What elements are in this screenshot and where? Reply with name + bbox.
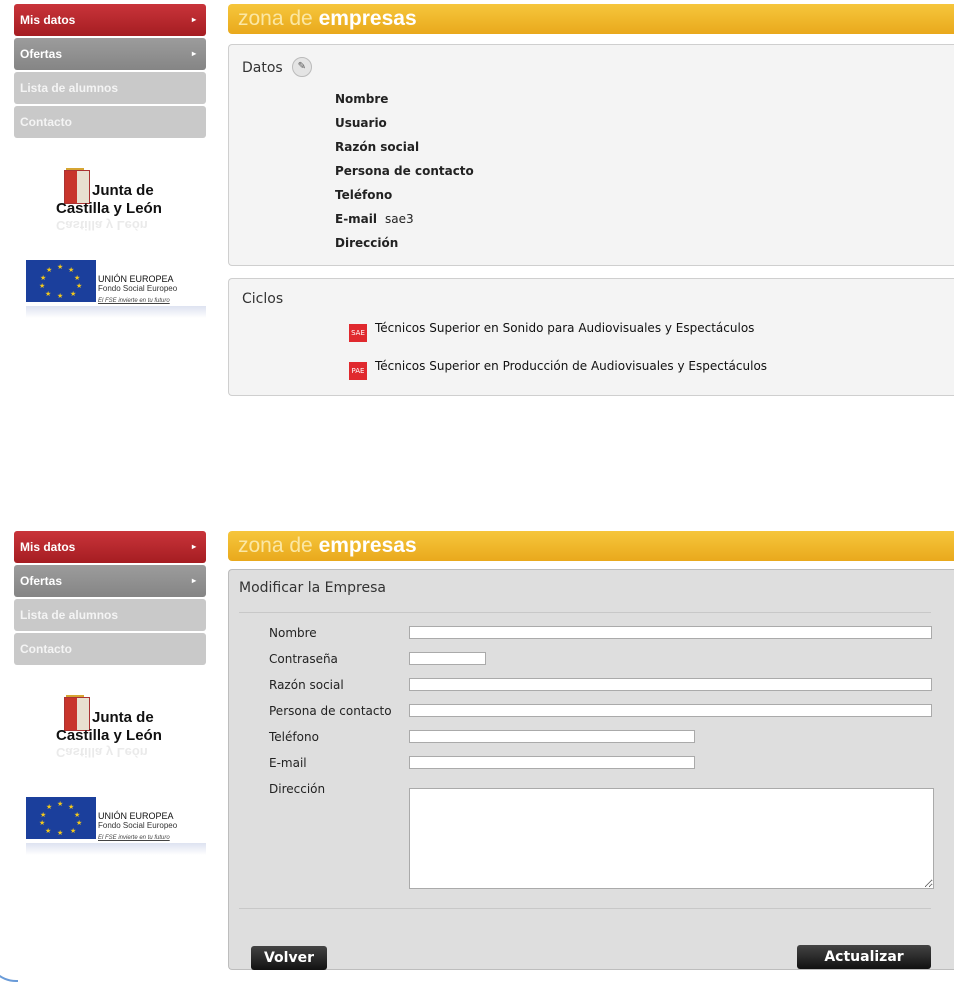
datos-field-direccion: Dirección	[335, 236, 406, 250]
form-title: Modificar la Empresa	[239, 580, 386, 596]
jcyl-logo[interactable]: Junta de Castilla y León Castilla y León	[14, 687, 206, 777]
datos-title-row: Datos ✎	[242, 57, 312, 77]
sidebar-item-label: Mis datos	[20, 13, 76, 27]
zona-empresas-header: zona de empresas	[228, 4, 954, 34]
eu-logo[interactable]: ★ ★ ★ ★ ★ ★ ★ ★ ★ ★ UNIÓN EUROPEA Fondo Social Eu…	[14, 260, 206, 340]
eu-logo-line1: UNIÓN EUROPEA	[98, 811, 174, 821]
datos-panel: Datos ✎ Nombre Usuario Razón social Pers…	[228, 44, 954, 266]
eu-logo-line3: El FSE invierte en tu futuro	[98, 298, 170, 304]
telefono-label: Teléfono	[269, 730, 319, 744]
eu-logo-line2: Fondo Social Europeo	[98, 284, 178, 293]
sidebar-item-ofertas[interactable]: Ofertas ▸	[14, 38, 206, 70]
ciclo-badge-icon: PAE	[349, 362, 367, 380]
eu-logo-reflection	[26, 306, 206, 318]
email-field[interactable]	[409, 756, 695, 769]
datos-title: Datos	[242, 60, 283, 76]
crown-icon	[66, 160, 84, 170]
jcyl-logo-line1: Junta de	[92, 709, 154, 726]
chevron-right-icon: ▸	[191, 49, 196, 58]
direccion-textarea[interactable]	[409, 788, 934, 889]
email-label: E-mail	[269, 756, 307, 770]
datos-field-email: E-mail sae3	[335, 212, 414, 226]
razon-social-label: Razón social	[269, 678, 344, 692]
direccion-label: Dirección	[269, 782, 326, 796]
sidebar-item-label: Ofertas	[20, 574, 63, 588]
sidebar-item-mis-datos[interactable]: Mis datos ▸	[14, 4, 206, 36]
password-field[interactable]	[409, 652, 486, 665]
ciclo-label: Técnicos Superior en Producción de Audio…	[375, 359, 768, 373]
jcyl-logo-line2: Castilla y León	[56, 200, 162, 217]
sidebar-item-label: Lista de alumnos	[20, 608, 119, 622]
contrasena-label: Contraseña	[269, 652, 338, 666]
eu-flag-icon: ★ ★ ★ ★ ★ ★ ★ ★ ★ ★	[26, 797, 96, 839]
modificar-empresa-form: Modificar la Empresa Nombre Contraseña R…	[228, 569, 954, 970]
sidebar-item-lista-alumnos[interactable]: Lista de alumnos	[14, 599, 206, 631]
header-empresas-text: empresas	[318, 7, 417, 30]
telefono-field[interactable]	[409, 730, 695, 743]
sidebar-item-mis-datos[interactable]: Mis datos ▸	[14, 531, 206, 563]
field-label: Persona de contacto	[335, 164, 474, 178]
actualizar-button[interactable]: Actualizar	[797, 945, 931, 969]
zona-empresas-header: zona de empresas	[228, 531, 954, 561]
ciclo-item-pae[interactable]: PAE Técnicos Superior en Producción de Au…	[349, 359, 767, 380]
ciclo-label: Técnicos Superior en Sonido para Audiovi…	[375, 321, 755, 335]
datos-field-telefono: Teléfono	[335, 188, 400, 202]
divider	[239, 908, 931, 909]
sidebar-item-label: Mis datos	[20, 540, 76, 554]
header-zona-text: zona de	[238, 7, 313, 30]
eu-logo-line1: UNIÓN EUROPEA	[98, 274, 174, 284]
ciclo-item-sae[interactable]: SAE Técnicos Superior en Sonido para Audi…	[349, 321, 754, 342]
divider	[239, 612, 931, 613]
sidebar-item-contacto[interactable]: Contacto	[14, 106, 206, 138]
sidebar-item-label: Contacto	[20, 115, 72, 129]
sidebar-item-label: Ofertas	[20, 47, 63, 61]
datos-field-usuario: Usuario	[335, 116, 395, 130]
eu-logo[interactable]: ★ ★ ★ ★ ★ ★ ★ ★ ★ ★ UNIÓN EUROPEA Fondo Social Eu…	[14, 797, 206, 877]
jcyl-logo-reflection: Castilla y León	[56, 218, 148, 233]
datos-field-nombre: Nombre	[335, 92, 396, 106]
crown-icon	[66, 687, 84, 697]
volver-button[interactable]: Volver	[251, 946, 327, 970]
sidebar-bottom: Mis datos ▸ Ofertas ▸ Lista de alumnos C…	[14, 531, 206, 877]
sidebar-top: Mis datos ▸ Ofertas ▸ Lista de alumnos C…	[14, 4, 206, 340]
chevron-right-icon: ▸	[191, 542, 196, 551]
sidebar-item-label: Contacto	[20, 642, 72, 656]
coat-of-arms-icon	[64, 170, 90, 204]
persona-contacto-field[interactable]	[409, 704, 932, 717]
jcyl-logo-line2: Castilla y León	[56, 727, 162, 744]
persona-contacto-label: Persona de contacto	[269, 704, 392, 718]
field-label: Razón social	[335, 140, 420, 154]
edit-pencil-icon[interactable]: ✎	[291, 57, 312, 77]
datos-field-persona: Persona de contacto	[335, 164, 482, 178]
header-empresas-text: empresas	[318, 534, 417, 557]
coat-of-arms-icon	[64, 697, 90, 731]
sidebar-item-label: Lista de alumnos	[20, 81, 119, 95]
field-value: sae3	[385, 212, 414, 226]
sidebar-item-ofertas[interactable]: Ofertas ▸	[14, 565, 206, 597]
ciclo-badge-icon: SAE	[349, 324, 367, 342]
ciclos-panel: Ciclos SAE Técnicos Superior en Sonido pa…	[228, 278, 954, 396]
field-label: Nombre	[335, 92, 389, 106]
nombre-label: Nombre	[269, 626, 317, 640]
razon-social-field[interactable]	[409, 678, 932, 691]
field-label: E-mail	[335, 212, 378, 226]
eu-logo-line2: Fondo Social Europeo	[98, 821, 178, 830]
datos-field-razon: Razón social	[335, 140, 427, 154]
field-label: Teléfono	[335, 188, 393, 202]
chevron-right-icon: ▸	[191, 15, 196, 24]
sidebar-item-lista-alumnos[interactable]: Lista de alumnos	[14, 72, 206, 104]
eu-logo-reflection	[26, 843, 206, 855]
jcyl-logo[interactable]: Junta de Castilla y León Castilla y León	[14, 160, 206, 250]
field-label: Usuario	[335, 116, 387, 130]
ciclos-title: Ciclos	[242, 291, 284, 307]
jcyl-logo-reflection: Castilla y León	[56, 745, 148, 760]
nombre-field[interactable]	[409, 626, 932, 639]
jcyl-logo-line1: Junta de	[92, 182, 154, 199]
eu-flag-icon: ★ ★ ★ ★ ★ ★ ★ ★ ★ ★	[26, 260, 96, 302]
sidebar-item-contacto[interactable]: Contacto	[14, 633, 206, 665]
field-label: Dirección	[335, 236, 399, 250]
eu-logo-line3: El FSE invierte en tu futuro	[98, 835, 170, 841]
chevron-right-icon: ▸	[191, 576, 196, 585]
header-zona-text: zona de	[238, 534, 313, 557]
